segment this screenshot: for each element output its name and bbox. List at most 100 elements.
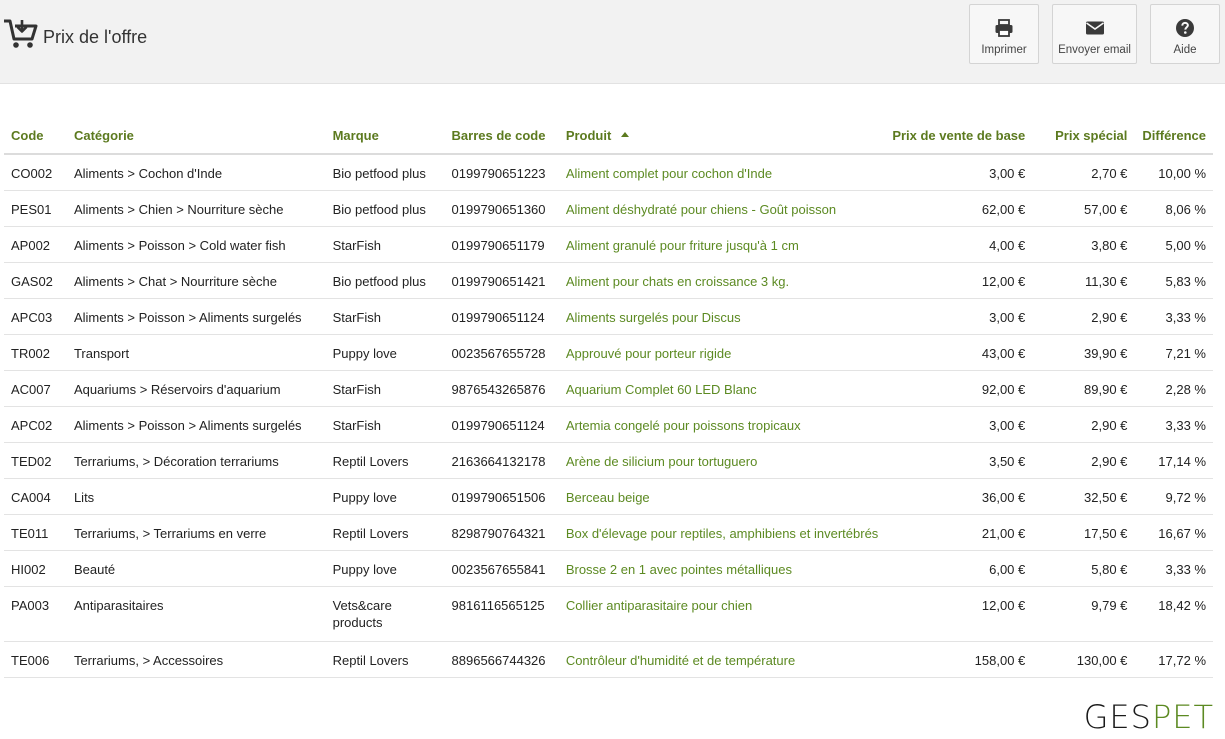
cell-base-price: 3,00 €: [885, 406, 1033, 443]
cell-code: TE006: [4, 641, 67, 678]
cell-special-price: 2,70 €: [1032, 154, 1135, 191]
table-row[interactable]: GAS02 Aliments > Chat > Nourriture sèche B…: [4, 262, 1213, 299]
help-button-label: Aide: [1173, 44, 1197, 56]
product-link[interactable]: Artemia congelé pour poissons tropicaux: [558, 406, 886, 443]
cell-category: Transport: [66, 334, 326, 371]
cell-category: Terrariums, > Terrariums en verre: [66, 514, 326, 551]
logo-part-ges: GES: [1083, 698, 1152, 736]
table-row[interactable]: PA003 Antiparasitaires Vets&care products 9…: [4, 586, 1213, 642]
cell-brand: Vets&care products: [325, 586, 445, 642]
cell-category: Lits: [66, 478, 326, 515]
cell-special-price: 3,80 €: [1032, 226, 1135, 263]
cell-brand: Puppy love: [325, 550, 445, 587]
table-row[interactable]: AP002 Aliments > Poisson > Cold water fis…: [4, 226, 1213, 263]
table-row[interactable]: TED02 Terrariums, > Décoration terrariums…: [4, 442, 1213, 479]
product-link[interactable]: Aliment déshydraté pour chiens - Goût po…: [558, 190, 886, 227]
cell-brand: Bio petfood plus: [325, 262, 445, 299]
offer-price-table: Code Catégorie Marque Barres de code Pro…: [4, 118, 1213, 678]
cell-difference: 8,06 %: [1134, 190, 1213, 227]
product-link[interactable]: Aliments surgelés pour Discus: [558, 298, 886, 335]
cell-category: Aliments > Chien > Nourriture sèche: [66, 190, 326, 227]
top-toolbar: Prix de l'offre Imprimer Envoyer email A…: [0, 0, 1225, 84]
column-header-barcode[interactable]: Barres de code: [444, 118, 559, 155]
cell-code: AC007: [4, 370, 67, 407]
cell-category: Aliments > Poisson > Aliments surgelés: [66, 406, 326, 443]
cell-category: Aliments > Poisson > Aliments surgelés: [66, 298, 326, 335]
cell-difference: 9,72 %: [1134, 478, 1213, 515]
cell-brand: Reptil Lovers: [325, 442, 445, 479]
cell-difference: 2,28 %: [1134, 370, 1213, 407]
cell-barcode: 2163664132178: [444, 442, 559, 479]
product-link[interactable]: Collier antiparasitaire pour chien: [558, 586, 886, 642]
cell-category: Aliments > Chat > Nourriture sèche: [66, 262, 326, 299]
product-link[interactable]: Contrôleur d'humidité et de température: [558, 641, 886, 678]
cell-brand: Puppy love: [325, 334, 445, 371]
page-title: Prix de l'offre: [43, 26, 148, 47]
cell-base-price: 36,00 €: [885, 478, 1033, 515]
cell-barcode: 0199790651124: [444, 406, 559, 443]
column-header-difference[interactable]: Différence: [1134, 118, 1213, 155]
cell-category: Aliments > Poisson > Cold water fish: [66, 226, 326, 263]
cell-difference: 7,21 %: [1134, 334, 1213, 371]
table-row[interactable]: TE011 Terrariums, > Terrariums en verre Re…: [4, 514, 1213, 551]
cell-category: Antiparasitaires: [66, 586, 326, 642]
column-header-category[interactable]: Catégorie: [66, 118, 326, 155]
cell-code: APC02: [4, 406, 67, 443]
cell-base-price: 3,00 €: [885, 154, 1033, 191]
table-row[interactable]: PES01 Aliments > Chien > Nourriture sèche…: [4, 190, 1213, 227]
table-row[interactable]: APC03 Aliments > Poisson > Aliments surge…: [4, 298, 1213, 335]
product-link[interactable]: Brosse 2 en 1 avec pointes métalliques: [558, 550, 886, 587]
table-row[interactable]: TE006 Terrariums, > Accessoires Reptil Lov…: [4, 641, 1213, 678]
table-row[interactable]: HI002 Beauté Puppy love 0023567655841 Brosse…: [4, 550, 1213, 587]
table-row[interactable]: APC02 Aliments > Poisson > Aliments surge…: [4, 406, 1213, 443]
cell-barcode: 9876543265876: [444, 370, 559, 407]
cell-category: Aliments > Cochon d'Inde: [66, 154, 326, 191]
table-body: CO002 Aliments > Cochon d'Inde Bio petfood…: [4, 154, 1213, 678]
cell-barcode: 0023567655728: [444, 334, 559, 371]
cart-icon: [3, 18, 39, 50]
column-header-code[interactable]: Code: [4, 118, 67, 155]
column-header-special-price[interactable]: Prix spécial: [1032, 118, 1135, 155]
send-email-button[interactable]: Envoyer email: [1052, 4, 1137, 64]
cell-difference: 3,33 %: [1134, 406, 1213, 443]
product-link[interactable]: Box d'élevage pour reptiles, amphibiens …: [558, 514, 886, 551]
cell-special-price: 5,80 €: [1032, 550, 1135, 587]
table-row[interactable]: CO002 Aliments > Cochon d'Inde Bio petfood…: [4, 154, 1213, 191]
table-row[interactable]: TR002 Transport Puppy love 0023567655728 App…: [4, 334, 1213, 371]
help-button[interactable]: Aide: [1150, 4, 1220, 64]
cell-base-price: 92,00 €: [885, 370, 1033, 407]
product-link[interactable]: Aliment complet pour cochon d'Inde: [558, 154, 886, 191]
product-link[interactable]: Approuvé pour porteur rigide: [558, 334, 886, 371]
column-header-brand[interactable]: Marque: [325, 118, 445, 155]
cell-code: PA003: [4, 586, 67, 642]
product-link[interactable]: Berceau beige: [558, 478, 886, 515]
cell-special-price: 9,79 €: [1032, 586, 1135, 642]
gespet-logo: GESPET: [1084, 699, 1214, 735]
cell-code: AP002: [4, 226, 67, 263]
cell-base-price: 4,00 €: [885, 226, 1033, 263]
product-link[interactable]: Aliment pour chats en croissance 3 kg.: [558, 262, 886, 299]
cell-special-price: 2,90 €: [1032, 298, 1135, 335]
cell-base-price: 12,00 €: [885, 586, 1033, 642]
product-link[interactable]: Aliment granulé pour friture jusqu'à 1 c…: [558, 226, 886, 263]
product-link[interactable]: Aquarium Complet 60 LED Blanc: [558, 370, 886, 407]
cell-base-price: 21,00 €: [885, 514, 1033, 551]
table-row[interactable]: AC007 Aquariums > Réservoirs d'aquarium St…: [4, 370, 1213, 407]
print-button[interactable]: Imprimer: [969, 4, 1039, 64]
column-header-base-price[interactable]: Prix de vente de base: [885, 118, 1033, 155]
cell-category: Terrariums, > Accessoires: [66, 641, 326, 678]
cell-code: TED02: [4, 442, 67, 479]
column-header-product-label: Produit: [565, 128, 612, 143]
column-header-product[interactable]: Produit: [558, 118, 886, 155]
envelope-icon: [1085, 18, 1105, 38]
cell-code: CA004: [4, 478, 67, 515]
cell-barcode: 8896566744326: [444, 641, 559, 678]
product-link[interactable]: Arène de silicium pour tortuguero: [558, 442, 886, 479]
cell-barcode: 0199790651223: [444, 154, 559, 191]
sort-ascending-icon: [621, 132, 630, 137]
table-row[interactable]: CA004 Lits Puppy love 0199790651506 Berceau …: [4, 478, 1213, 515]
cell-category: Beauté: [66, 550, 326, 587]
cell-barcode: 0199790651124: [444, 298, 559, 335]
cell-barcode: 0199790651179: [444, 226, 559, 263]
cell-code: PES01: [4, 190, 67, 227]
